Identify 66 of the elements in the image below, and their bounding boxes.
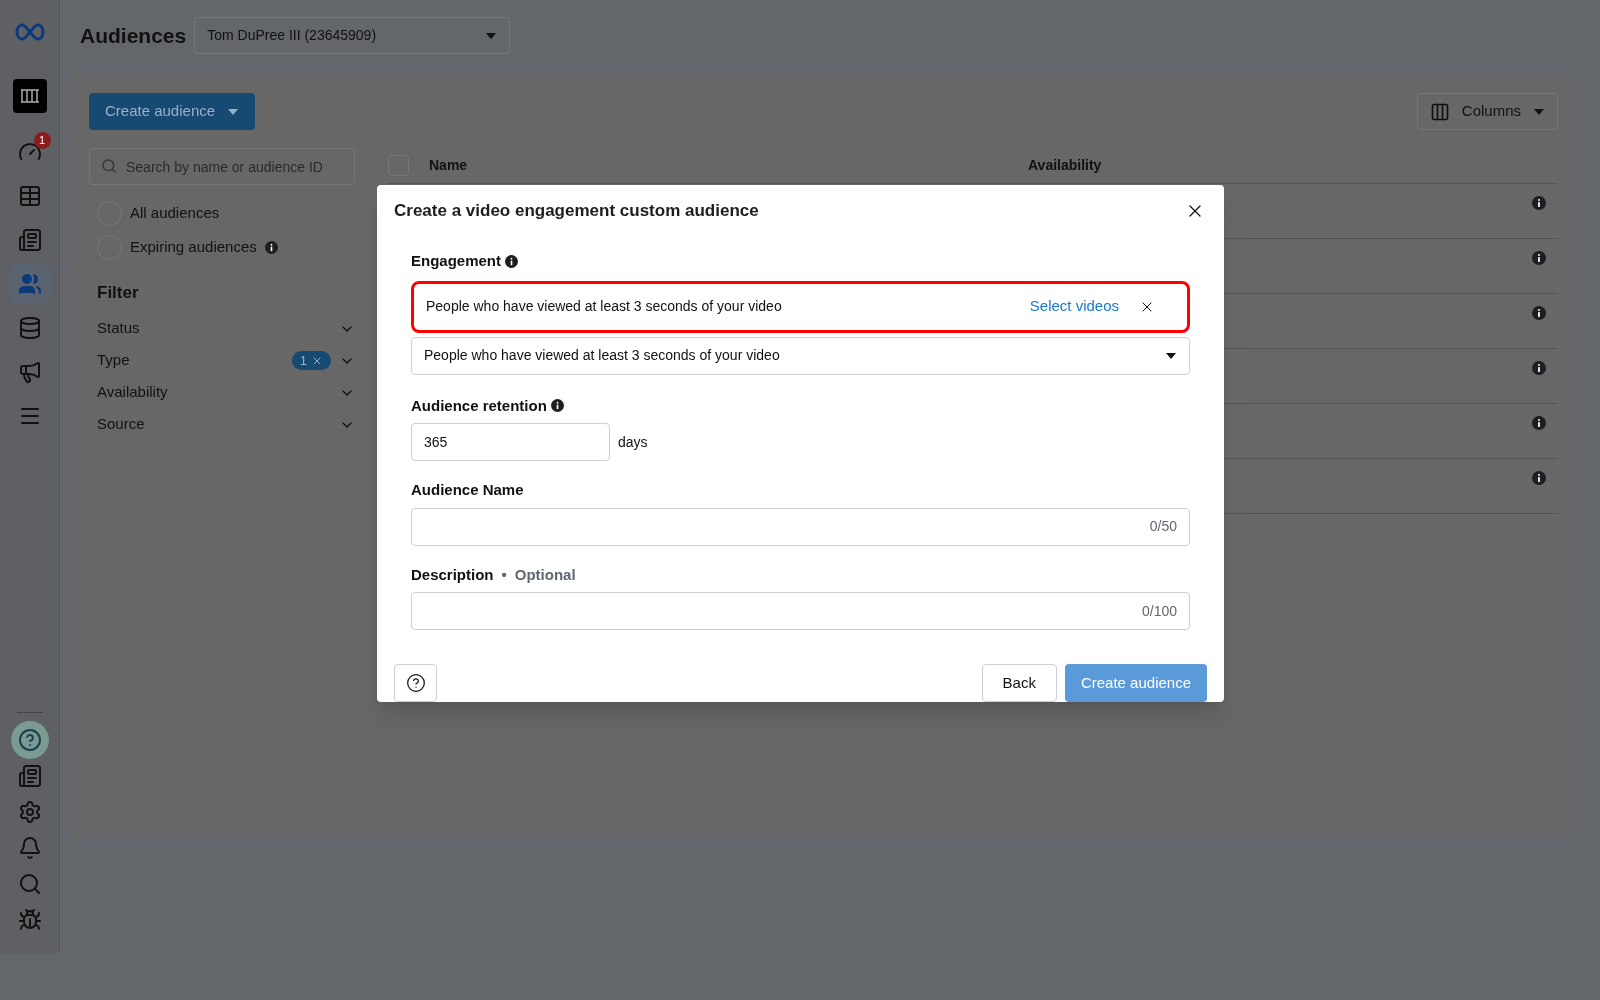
bug-icon[interactable] xyxy=(17,908,42,932)
info-icon xyxy=(1532,306,1546,320)
table-icon[interactable] xyxy=(17,184,42,208)
unit-label: days xyxy=(618,432,648,452)
info-icon xyxy=(1532,471,1546,485)
engagement-dropdown[interactable]: People who have viewed at least 3 seconds of your video xyxy=(411,336,1190,375)
app-icon[interactable] xyxy=(12,79,47,113)
search-icon xyxy=(101,158,117,174)
news-icon[interactable] xyxy=(17,764,42,788)
info-icon xyxy=(1532,361,1546,375)
caret-icon xyxy=(1533,107,1545,116)
separator-dot: • xyxy=(501,564,507,585)
search-icon[interactable] xyxy=(17,872,42,896)
caret-icon xyxy=(227,107,240,116)
columns-button[interactable]: Columns xyxy=(1416,93,1558,130)
bell-icon[interactable] xyxy=(17,836,42,860)
radio-label: All audiences xyxy=(130,203,220,224)
field-label: Engagement xyxy=(411,251,501,271)
option-text: People who have viewed at least 3 seconds of your video xyxy=(426,297,783,316)
column-header: Availability xyxy=(1028,156,1102,175)
search-field[interactable]: Search by name or audience ID xyxy=(89,148,355,185)
logo-icon xyxy=(13,23,46,41)
megaphone-icon[interactable] xyxy=(17,360,42,384)
audience-name-field[interactable]: 0/50 xyxy=(411,507,1190,546)
database-icon[interactable] xyxy=(17,316,42,340)
columns-icon xyxy=(1429,101,1450,122)
retention-input[interactable]: 365 xyxy=(411,423,610,461)
create-audience-button[interactable]: Create audience xyxy=(89,93,256,130)
field-label: Audience retention xyxy=(411,395,547,416)
filter-item[interactable]: Type 1 xyxy=(97,349,355,372)
info-icon xyxy=(1532,416,1546,430)
notification-badge: 1 xyxy=(33,132,51,149)
help-icon xyxy=(405,673,426,693)
caret-icon xyxy=(1165,351,1177,360)
character-counter: 0/50 xyxy=(1149,517,1177,536)
caret-icon xyxy=(485,31,498,40)
info-icon xyxy=(1532,196,1546,210)
filter-item[interactable]: Source xyxy=(97,413,355,436)
character-counter: 0/100 xyxy=(1141,601,1177,621)
info-icon xyxy=(505,254,518,268)
people-icon[interactable] xyxy=(17,272,42,296)
info-icon xyxy=(1532,251,1546,265)
radio-label: Expiring audiences xyxy=(130,237,257,258)
optional-label: Optional xyxy=(514,564,576,585)
field-label: Description xyxy=(411,564,494,585)
info-icon xyxy=(264,241,278,254)
filter-count-badge[interactable]: 1 xyxy=(291,350,331,371)
selected-nav-item[interactable] xyxy=(10,721,49,759)
selected-option-row[interactable]: People who have viewed at least 3 seconds of your video Select videos xyxy=(411,280,1190,333)
account-dropdown[interactable]: Tom DuPree III (23645909) xyxy=(194,17,511,54)
field-label: Audience Name xyxy=(411,480,525,500)
column-header: Name xyxy=(429,156,469,175)
select-videos-link[interactable]: Select videos xyxy=(1029,295,1119,318)
help-button[interactable] xyxy=(394,664,437,702)
filter-heading: Filter xyxy=(97,282,140,304)
info-icon xyxy=(550,399,564,413)
dialog-title: Create a video engagement custom audience xyxy=(394,199,759,222)
filter-item[interactable]: Status xyxy=(97,317,355,340)
filter-item[interactable]: Availability xyxy=(97,381,355,404)
settings-icon[interactable] xyxy=(17,800,42,824)
description-field[interactable]: 0/100 xyxy=(411,592,1190,630)
pages-icon[interactable] xyxy=(17,228,42,252)
back-button[interactable]: Back xyxy=(981,664,1057,702)
help-icon[interactable] xyxy=(17,728,42,752)
selected-nav-item[interactable] xyxy=(8,264,51,304)
page-title: Audiences xyxy=(80,22,187,49)
